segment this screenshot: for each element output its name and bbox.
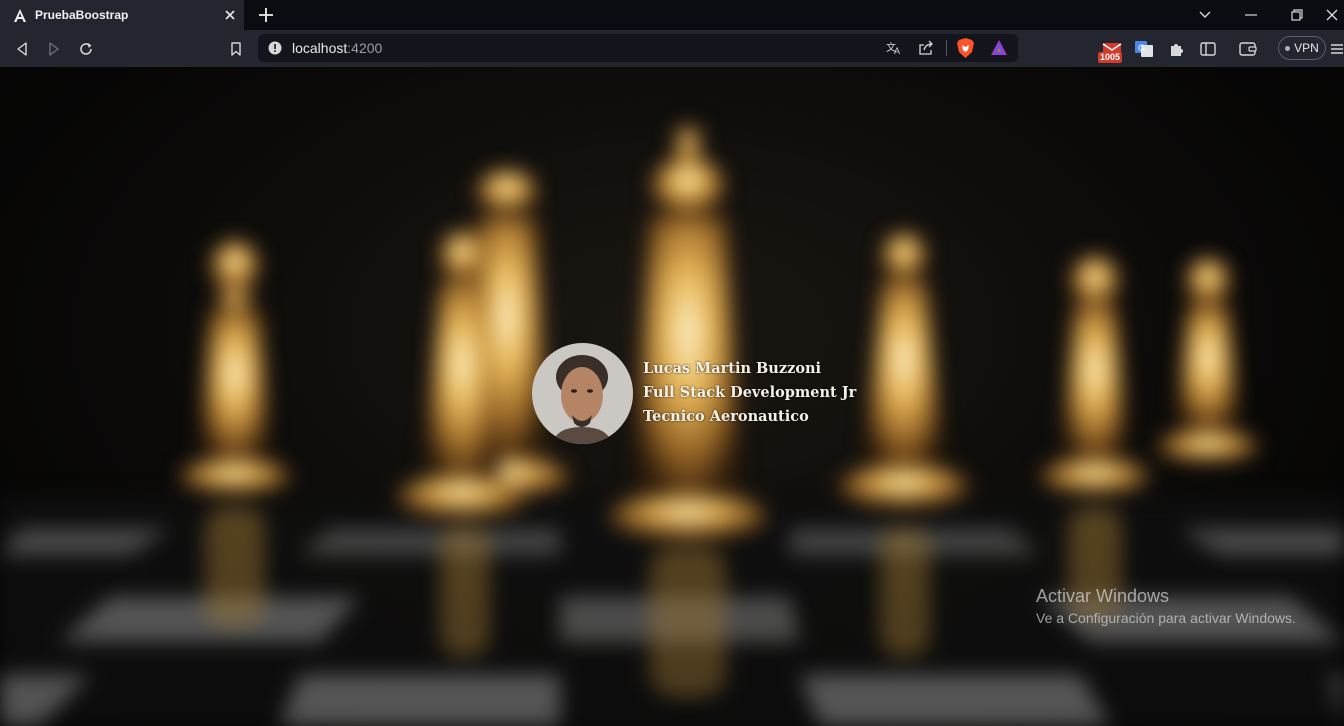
profile-name: Lucas Martin Buzzoni	[643, 359, 822, 377]
minimize-window-icon[interactable]	[1228, 0, 1274, 30]
extension-badge: 1005	[1098, 52, 1123, 63]
address-bar[interactable]: localhost:4200 文A	[258, 34, 1018, 62]
profile-title: Tecnico Aeronautico	[643, 407, 809, 425]
menu-icon[interactable]	[1330, 37, 1344, 61]
reload-button[interactable]	[74, 37, 98, 61]
forward-button[interactable]	[42, 37, 66, 61]
tab-strip: PruebaBoostrap	[0, 0, 1344, 30]
back-button[interactable]	[10, 37, 34, 61]
avatar	[532, 343, 633, 444]
vpn-label: VPN	[1294, 41, 1319, 55]
translate-extension-icon[interactable]: G	[1132, 37, 1156, 61]
svg-text:A: A	[894, 46, 900, 55]
profile-text: Lucas Martin Buzzoni Full Stack Developm…	[643, 357, 856, 429]
angular-icon	[14, 8, 26, 22]
sidebar-toggle-icon[interactable]	[1196, 37, 1220, 61]
url-host: localhost	[292, 40, 348, 56]
profile-card: Lucas Martin Buzzoni Full Stack Developm…	[532, 343, 856, 444]
profile-role: Full Stack Development Jr	[643, 383, 857, 401]
page-viewport: Lucas Martin Buzzoni Full Stack Developm…	[0, 67, 1344, 726]
translate-page-icon[interactable]: 文A	[886, 41, 902, 60]
svg-text:G: G	[1138, 43, 1145, 53]
url-port: :4200	[347, 40, 383, 56]
tab-search-chevron-icon[interactable]	[1182, 0, 1228, 30]
url-text: localhost:4200	[292, 40, 382, 56]
tab-active[interactable]: PruebaBoostrap	[0, 0, 244, 30]
brave-shields-icon[interactable]	[957, 38, 974, 63]
puzzle-extensions-icon[interactable]	[1164, 37, 1188, 61]
site-info-icon[interactable]	[268, 41, 282, 60]
close-window-icon[interactable]	[1320, 0, 1344, 30]
close-tab-icon[interactable]	[219, 4, 241, 26]
brave-rewards-icon[interactable]	[990, 39, 1008, 62]
wallet-icon[interactable]	[1236, 37, 1260, 61]
activation-title: Activar Windows	[1036, 586, 1170, 606]
address-bar-divider	[946, 40, 947, 56]
share-icon[interactable]	[918, 40, 934, 61]
new-tab-button[interactable]	[255, 4, 277, 26]
tab-title: PruebaBoostrap	[35, 8, 129, 22]
vpn-button[interactable]: VPN	[1278, 36, 1326, 60]
vpn-status-dot	[1285, 45, 1291, 51]
activation-subtitle: Ve a Configuración para activar Windows.	[1036, 610, 1296, 626]
bookmark-icon[interactable]	[224, 37, 248, 61]
board-shade	[0, 427, 1344, 726]
restore-window-icon[interactable]	[1274, 0, 1320, 30]
windows-activation-watermark: Activar Windows Ve a Configuración para …	[1036, 585, 1296, 628]
